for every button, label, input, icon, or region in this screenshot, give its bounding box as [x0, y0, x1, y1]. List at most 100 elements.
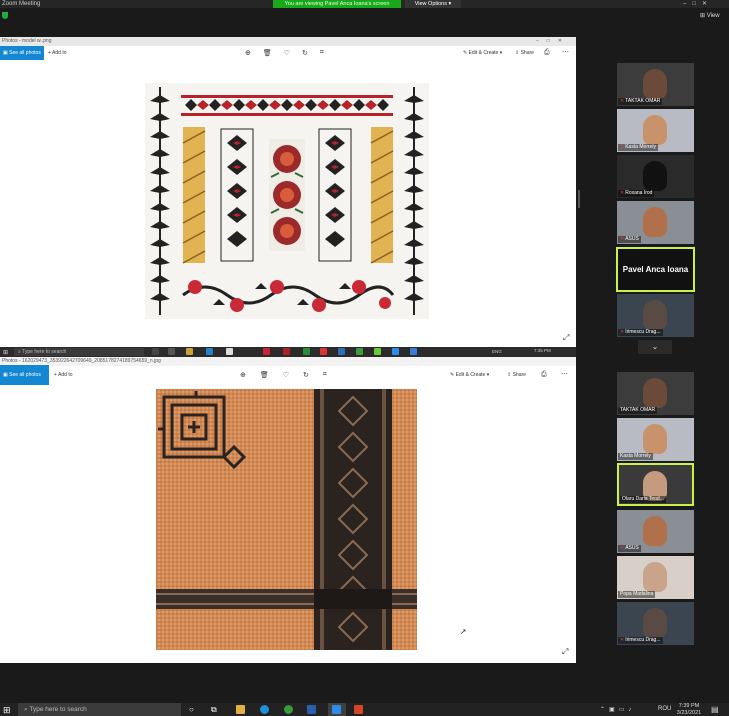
app-icon[interactable] — [263, 348, 270, 355]
participant-tile[interactable]: ✕Kasta Morrely — [617, 109, 694, 152]
view-options-button[interactable]: View Options ▾ — [405, 0, 461, 8]
app-icon[interactable] — [283, 348, 290, 355]
taskbar-search-input[interactable]: ⌕ Type here to search — [14, 348, 144, 356]
participant-name-text: ASUS — [625, 236, 639, 242]
participant-name: Kasta Morrely — [618, 453, 653, 460]
see-all-photos-button[interactable]: ▣ See all photos — [0, 365, 49, 385]
app-icon[interactable] — [374, 348, 381, 355]
participant-tile[interactable]: ✕Irimescu Drag... — [617, 294, 694, 337]
system-tray-icons[interactable]: ⌃▣▭♪ — [600, 706, 635, 713]
embroidery-pattern-image — [145, 83, 429, 319]
participant-name-text: TAKTAK OMAR — [625, 98, 661, 104]
add-to-button[interactable]: + Add to — [48, 46, 67, 60]
edge-icon[interactable] — [260, 705, 269, 714]
chrome-icon[interactable] — [356, 348, 363, 355]
photos-title: Photos - 162029473_353922642709649_20851… — [2, 358, 161, 364]
edit-create-button[interactable]: ✎ Edit & Create ▾ — [450, 365, 489, 385]
photos-window-1: Photos - model w..png –□✕ ▣ See all phot… — [0, 37, 576, 347]
favorite-icon[interactable]: ♡ — [283, 371, 289, 379]
vertical-dark-band — [314, 389, 392, 650]
participant-tile[interactable]: ✕ASUS — [617, 201, 694, 244]
windows-start-icon[interactable]: ⊞ — [3, 705, 11, 716]
more-icon[interactable]: ⋯ — [562, 46, 569, 60]
taskbar-search-placeholder: Type here to search — [22, 349, 67, 355]
participant-name-text: Irimescu Drag... — [625, 329, 661, 335]
see-all-photos-button[interactable]: ▣ See all photos — [0, 46, 44, 60]
windows-start-icon[interactable]: ⊞ — [3, 349, 8, 356]
print-icon[interactable]: ⎙ — [544, 46, 550, 60]
participant-name-text: Kasta Morrely — [620, 453, 651, 459]
share-button[interactable]: ⇪ Share — [515, 46, 534, 60]
rotate-icon[interactable]: ↻ — [303, 371, 309, 379]
zoom-icon[interactable]: ⊕ — [245, 49, 251, 57]
edit-create-button[interactable]: ✎ Edit & Create ▾ — [463, 46, 502, 60]
cortana-icon[interactable]: ○ — [189, 705, 194, 714]
participant-tile[interactable]: ✕Roxana Irod — [617, 155, 694, 198]
zoom-icon[interactable]: ⊕ — [240, 371, 246, 379]
chevron-down-icon[interactable]: ⌄ — [638, 340, 672, 354]
print-icon[interactable]: ⎙ — [541, 365, 547, 385]
powerpoint-icon[interactable] — [354, 705, 363, 714]
participant-tile-speaking[interactable]: Olaru Daria Teod... — [617, 463, 694, 506]
window-controls[interactable]: –□✕ — [683, 0, 713, 8]
word-icon[interactable] — [307, 705, 316, 714]
participant-tile[interactable]: Popa Madalina — [617, 556, 694, 599]
active-speaker-tile[interactable]: Pavel Anca Ioana — [616, 247, 695, 292]
input-language[interactable]: ENG — [492, 349, 502, 354]
woven-textile-image — [156, 389, 417, 650]
fullscreen-icon[interactable]: ⤢ — [562, 647, 568, 657]
add-to-button[interactable]: + Add to — [54, 365, 73, 385]
delete-icon[interactable]: 🗑 — [260, 371, 269, 379]
zoom-app-icon — [332, 705, 341, 714]
crop-icon[interactable]: ⌗ — [323, 371, 327, 379]
app-icon[interactable] — [303, 348, 310, 355]
fullscreen-icon[interactable]: ⤢ — [563, 333, 569, 343]
participant-name-text: Irimescu Drag... — [625, 637, 661, 643]
taskbar-search-input[interactable]: ⌕ Type here to search — [18, 703, 181, 716]
muted-mic-icon: ✕ — [620, 545, 625, 551]
rotate-icon[interactable]: ↻ — [302, 49, 308, 57]
avatar — [643, 424, 667, 454]
more-icon[interactable]: ⋯ — [561, 365, 568, 385]
file-explorer-icon[interactable] — [236, 705, 245, 714]
notification-icon[interactable]: ▤ — [711, 705, 719, 714]
participant-tile[interactable]: ✕Irimescu Drag... — [617, 602, 694, 645]
app-icon[interactable] — [226, 348, 233, 355]
zoom-icon[interactable] — [392, 348, 399, 355]
photos-titlebar: Photos - model w..png –□✕ — [0, 37, 576, 46]
folder-icon[interactable] — [186, 348, 193, 355]
favorite-icon[interactable]: ♡ — [284, 49, 290, 57]
zoom-taskbar-button-active[interactable] — [328, 703, 346, 716]
window-controls[interactable]: –□✕ — [536, 37, 570, 46]
clock-time: 7:39 PM — [678, 703, 700, 709]
participant-tile[interactable]: TAKTAK OMAR — [617, 372, 694, 415]
edit-create-label: Edit & Create — [455, 372, 486, 378]
edge-icon[interactable] — [206, 348, 213, 355]
delete-icon[interactable]: 🗑 — [263, 49, 272, 57]
clock[interactable]: 7:35 PM — [534, 348, 551, 353]
app-icon[interactable] — [320, 348, 327, 355]
muted-mic-icon: ✕ — [620, 144, 625, 150]
input-language[interactable]: ROU — [658, 706, 671, 712]
participant-tile[interactable]: Kasta Morrely — [617, 418, 694, 461]
task-view-icon[interactable]: ⧉ — [211, 705, 217, 715]
view-options-label: View Options — [414, 1, 447, 7]
participant-tile[interactable]: ✕ASUS — [617, 510, 694, 553]
participant-name: ✕Irimescu Drag... — [618, 637, 663, 644]
participant-name-text: Kasta Morrely — [625, 144, 657, 150]
share-button[interactable]: ⇪ Share — [507, 365, 526, 385]
app-icon[interactable] — [152, 348, 159, 355]
app-icon[interactable] — [410, 348, 417, 355]
see-all-label: See all photos — [9, 50, 41, 56]
clock[interactable]: 7:39 PM 3/23/2021 — [675, 703, 703, 716]
participant-tile[interactable]: ✕TAKTAK OMAR — [617, 63, 694, 106]
word-icon[interactable] — [338, 348, 345, 355]
clock-date: 3/23/2021 — [676, 709, 702, 716]
add-to-label: Add to — [52, 50, 67, 56]
view-button[interactable]: ⊞ View — [700, 12, 720, 19]
chrome-icon[interactable] — [284, 705, 293, 714]
app-icon[interactable] — [168, 348, 175, 355]
crop-icon[interactable]: ⌗ — [320, 49, 324, 57]
avatar — [643, 378, 667, 408]
panel-scroll-handle[interactable] — [578, 190, 580, 208]
